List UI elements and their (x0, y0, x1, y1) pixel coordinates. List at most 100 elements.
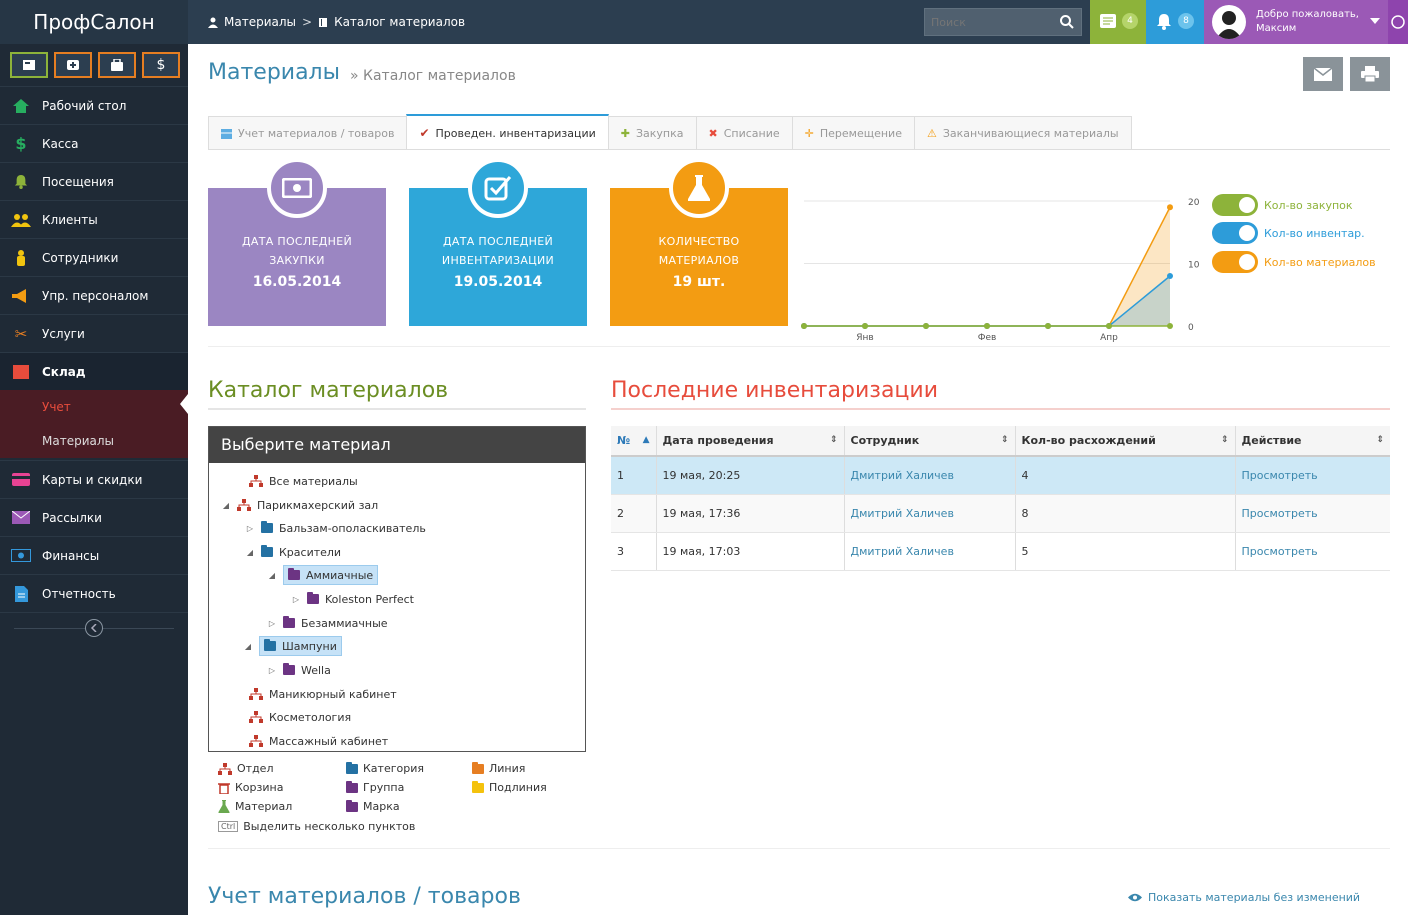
column-header-employee[interactable]: Сотрудник ⇕ (844, 426, 1016, 457)
app-brand[interactable]: ПрофСалон (0, 0, 188, 44)
tab-low-stock[interactable]: ⚠ Заканчивающиеся материалы (913, 116, 1132, 150)
sidebar-subitem-materials[interactable]: Материалы (0, 424, 188, 458)
column-header-action[interactable]: Действие ⇕ (1235, 426, 1390, 457)
search-icon[interactable] (1059, 14, 1075, 30)
toggle-switch[interactable] (1212, 251, 1258, 273)
expand-arrow-icon[interactable]: ▷ (291, 595, 301, 604)
view-link[interactable]: Просмотреть (1235, 494, 1390, 533)
notifications-badge: 8 (1178, 13, 1194, 29)
sidebar-item-reports[interactable]: Отчетность (0, 574, 188, 612)
breadcrumb-materials[interactable]: Материалы (224, 0, 296, 44)
topbar-extra-button[interactable] (1388, 0, 1408, 44)
employee-link[interactable]: Дмитрий Халичев (844, 494, 1016, 533)
expand-arrow-icon[interactable]: ▷ (267, 666, 277, 675)
legend-materials[interactable]: Кол-во материалов (1212, 250, 1376, 274)
tab-inventories[interactable]: ✔ Проведен. инвентаризации (406, 114, 609, 150)
expand-arrow-icon[interactable]: ▷ (245, 524, 255, 533)
material-tree: Выберите материал Все материалы ◢ Парикм… (208, 426, 586, 752)
tree-node-label: Маникюрный кабинет (269, 687, 397, 701)
sidebar-item-cards[interactable]: Карты и скидки (0, 460, 188, 498)
quick-cash-button[interactable] (10, 52, 48, 78)
top-bar: ПрофСалон Материалы > Каталог материалов… (0, 0, 1408, 44)
data-point (1045, 323, 1051, 329)
sidebar-item-cashdesk[interactable]: $ Касса (0, 124, 188, 162)
quick-add-button[interactable] (54, 52, 92, 78)
tree-node[interactable]: ◢ Аммиачные (267, 565, 379, 585)
sidebar-item-personnel[interactable]: Упр. персоналом (0, 276, 188, 314)
tab-writeoff[interactable]: ✖ Списание (695, 116, 793, 150)
data-point (862, 323, 868, 329)
legend-department: Отдел (218, 762, 273, 775)
search-input[interactable] (925, 9, 1055, 35)
view-link[interactable]: Просмотреть (1235, 532, 1390, 571)
employee-link[interactable]: Дмитрий Халичев (844, 456, 1016, 495)
column-header-discrepancies[interactable]: Кол-во расхождений ⇕ (1015, 426, 1236, 457)
tab-purchase[interactable]: ✚ Закупка (607, 116, 697, 150)
tree-node[interactable]: Косметология (233, 707, 351, 727)
column-header-date[interactable]: Дата проведения ⇕ (656, 426, 845, 457)
tab-label: Заканчивающиеся материалы (942, 127, 1119, 140)
tree-node[interactable]: ▷ Безаммиачные (267, 613, 388, 633)
collapse-sidebar-button[interactable] (85, 619, 103, 637)
sidebar-subitem-accounting[interactable]: Учет (0, 390, 188, 424)
stat-card-last-purchase: Дата последней закупки 16.05.2014 (208, 158, 386, 326)
email-button[interactable] (1303, 57, 1343, 91)
table-row[interactable]: 3 19 мая, 17:03 Дмитрий Халичев 5 Просмо… (611, 532, 1390, 571)
tree-node[interactable]: ◢ Парикмахерский зал (221, 495, 378, 515)
column-label: Сотрудник (850, 434, 920, 447)
table-row[interactable]: 1 19 мая, 20:25 Дмитрий Халичев 4 Просмо… (611, 456, 1390, 495)
expand-arrow-icon[interactable]: ▷ (267, 619, 277, 628)
collapse-arrow-icon[interactable]: ◢ (245, 548, 255, 557)
bell-icon (14, 174, 28, 189)
sidebar-item-dashboard[interactable]: Рабочий стол (0, 86, 188, 124)
cash-icon (23, 60, 35, 70)
view-link[interactable]: Просмотреть (1235, 456, 1390, 495)
tree-node[interactable]: Массажный кабинет (233, 731, 388, 751)
toggle-switch[interactable] (1212, 194, 1258, 216)
sidebar-item-staff[interactable]: Сотрудники (0, 238, 188, 276)
tab-label: Учет материалов / товаров (238, 127, 395, 140)
breadcrumb-catalog[interactable]: Каталог материалов (334, 0, 465, 44)
accounting-section-title: Учет материалов / товаров (208, 884, 521, 909)
toggle-switch[interactable] (1212, 222, 1258, 244)
sidebar: $ Рабочий стол $ Касса Посещения Клиенты… (0, 44, 188, 915)
sidebar-item-finance[interactable]: Финансы (0, 536, 188, 574)
legend-purchases[interactable]: Кол-во закупок (1212, 193, 1353, 217)
tab-accounting[interactable]: Учет материалов / товаров (208, 116, 408, 150)
print-button[interactable] (1350, 57, 1390, 91)
table-row[interactable]: 2 19 мая, 17:36 Дмитрий Халичев 8 Просмо… (611, 494, 1390, 533)
cell-number: 2 (611, 494, 657, 533)
quick-dollar-button[interactable]: $ (142, 52, 180, 78)
tree-node[interactable]: ◢ Красители (245, 542, 341, 562)
tree-node[interactable]: Все материалы (233, 471, 358, 491)
show-unchanged-link[interactable]: Показать материалы без изменений (1128, 891, 1360, 904)
tree-node[interactable]: ▷ Wella (267, 660, 331, 680)
book-icon (319, 17, 328, 27)
tab-transfer[interactable]: ✛ Перемещение (791, 116, 915, 150)
sidebar-item-clients[interactable]: Клиенты (0, 200, 188, 238)
collapse-arrow-icon[interactable]: ◢ (267, 571, 277, 580)
plus-icon (67, 60, 79, 70)
tree-node-selected[interactable]: Шампуни (259, 636, 342, 656)
tree-node[interactable]: Маникюрный кабинет (233, 684, 397, 704)
category-folder-icon (261, 545, 273, 557)
tree-node-selected[interactable]: Аммиачные (283, 565, 379, 585)
user-menu[interactable]: Добро пожаловать, Максим (1204, 0, 1388, 44)
collapse-arrow-icon[interactable]: ◢ (221, 501, 231, 510)
notifications-button[interactable]: 8 (1146, 0, 1204, 44)
tree-node[interactable]: ◢ Шампуни (243, 636, 342, 656)
quick-bag-button[interactable] (98, 52, 136, 78)
tree-node[interactable]: ▷ Бальзам-ополаскиватель (245, 518, 426, 538)
ctrl-key-icon: Ctrl (218, 821, 239, 832)
legend-inventories[interactable]: Кол-во инвентар. (1212, 221, 1365, 245)
column-header-number[interactable]: № ▲ (611, 426, 657, 457)
sidebar-item-warehouse[interactable]: Склад (0, 352, 188, 390)
sidebar-item-mailings[interactable]: Рассылки (0, 498, 188, 536)
group-folder-icon (288, 568, 300, 580)
employee-link[interactable]: Дмитрий Халичев (844, 532, 1016, 571)
collapse-arrow-icon[interactable]: ◢ (243, 642, 253, 651)
sidebar-item-visits[interactable]: Посещения (0, 162, 188, 200)
messages-button[interactable]: 4 (1090, 0, 1146, 44)
tree-node[interactable]: ▷ Koleston Perfect (291, 589, 414, 609)
sidebar-item-services[interactable]: ✂ Услуги (0, 314, 188, 352)
